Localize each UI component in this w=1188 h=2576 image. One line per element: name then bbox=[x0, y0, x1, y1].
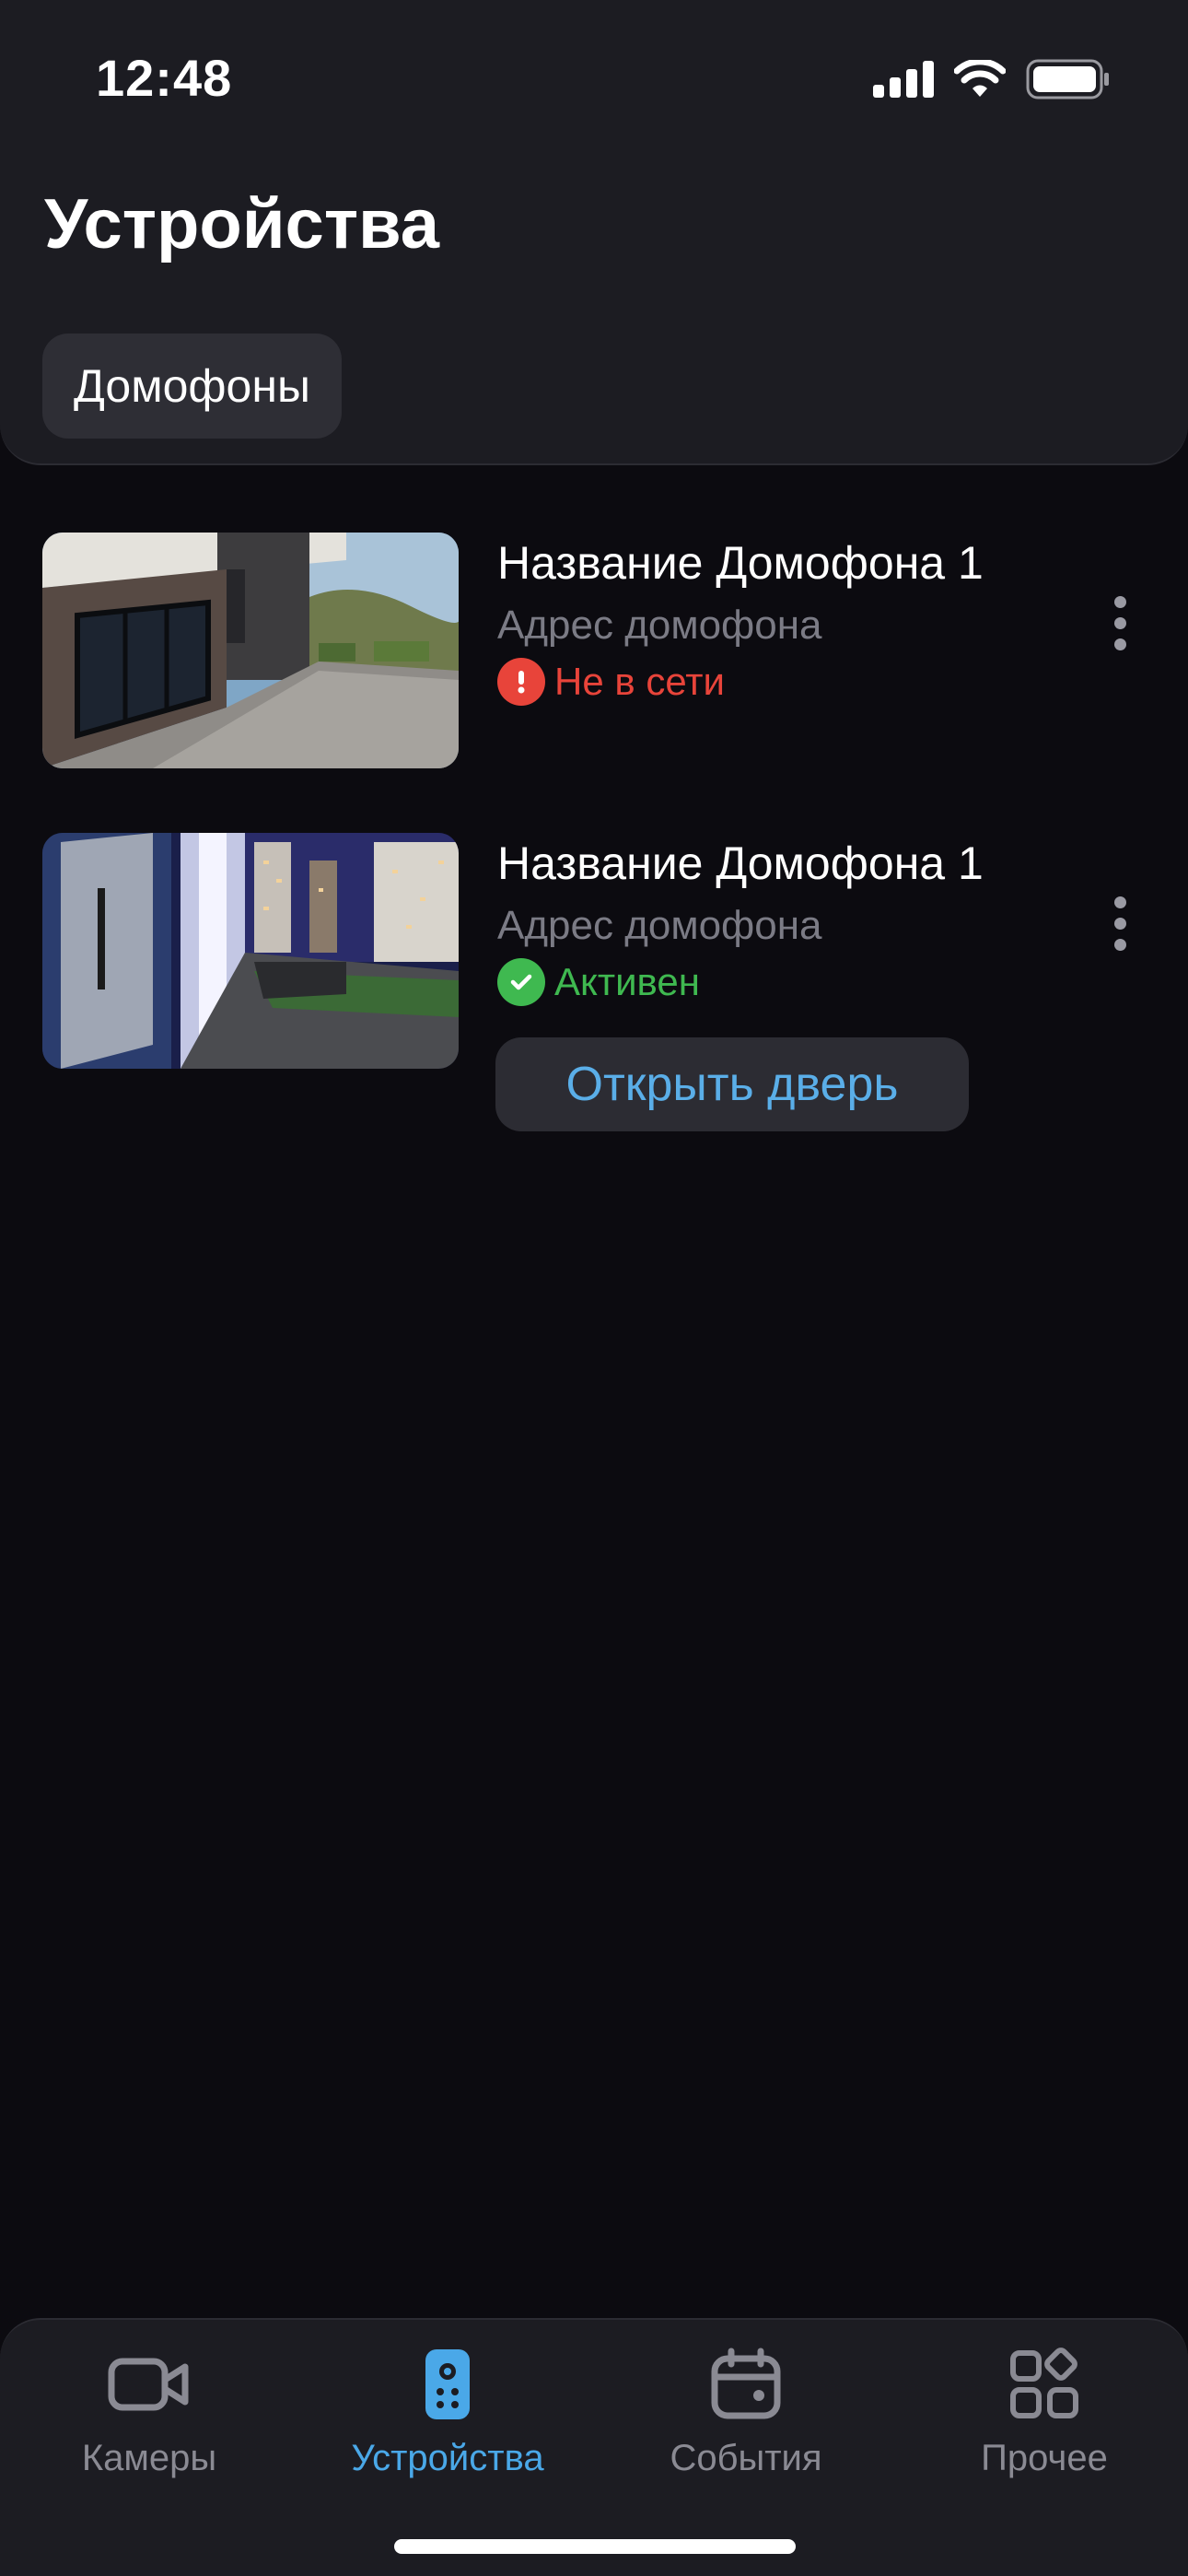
status-icons bbox=[873, 59, 1111, 100]
check-icon bbox=[497, 958, 545, 1006]
remote-control-icon bbox=[402, 2338, 494, 2430]
tab-label: Камеры bbox=[81, 2438, 217, 2478]
cellular-signal-icon bbox=[873, 61, 934, 98]
filter-chip-intercoms[interactable]: Домофоны bbox=[42, 334, 342, 439]
page-title: Устройства bbox=[44, 185, 440, 263]
device-name: Название Домофона 1 bbox=[497, 837, 984, 889]
device-name: Название Домофона 1 bbox=[497, 537, 984, 589]
device-address: Адрес домофона bbox=[497, 903, 822, 948]
device-thumbnail[interactable] bbox=[42, 833, 459, 1069]
device-status: Активен bbox=[497, 958, 700, 1006]
tab-other[interactable]: Прочее bbox=[925, 2338, 1164, 2479]
alert-icon bbox=[497, 658, 545, 706]
open-door-button[interactable]: Открыть дверь bbox=[495, 1037, 969, 1131]
tab-label: Прочее bbox=[981, 2438, 1108, 2478]
grid-icon bbox=[998, 2338, 1090, 2430]
tab-bar: Камеры Устройства События Прочее bbox=[0, 2318, 1188, 2576]
more-options-icon[interactable] bbox=[1092, 877, 1147, 969]
device-thumbnail[interactable] bbox=[42, 533, 459, 768]
device-address: Адрес домофона bbox=[497, 603, 822, 648]
battery-icon bbox=[1026, 59, 1109, 100]
more-options-icon[interactable] bbox=[1092, 577, 1147, 669]
wifi-icon bbox=[954, 60, 1006, 97]
home-indicator bbox=[394, 2539, 796, 2554]
device-status-label: Не в сети bbox=[554, 660, 726, 703]
device-item[interactable]: Название Домофона 1 Адрес домофона Не в … bbox=[42, 533, 1147, 772]
tab-label: Устройства bbox=[351, 2438, 544, 2478]
header: 12:48 Устройства Домофоны bbox=[0, 0, 1188, 465]
status-time: 12:48 bbox=[96, 49, 233, 107]
calendar-icon bbox=[700, 2338, 792, 2430]
tab-label: События bbox=[670, 2438, 822, 2478]
device-item[interactable]: Название Домофона 1 Адрес домофона Актив… bbox=[42, 833, 1147, 1137]
device-status-label: Активен bbox=[554, 960, 700, 1003]
tab-cameras[interactable]: Камеры bbox=[29, 2338, 269, 2479]
tab-events[interactable]: События bbox=[626, 2338, 866, 2479]
video-camera-icon bbox=[103, 2338, 195, 2430]
device-status: Не в сети bbox=[497, 658, 725, 706]
tab-devices[interactable]: Устройства bbox=[328, 2338, 567, 2479]
